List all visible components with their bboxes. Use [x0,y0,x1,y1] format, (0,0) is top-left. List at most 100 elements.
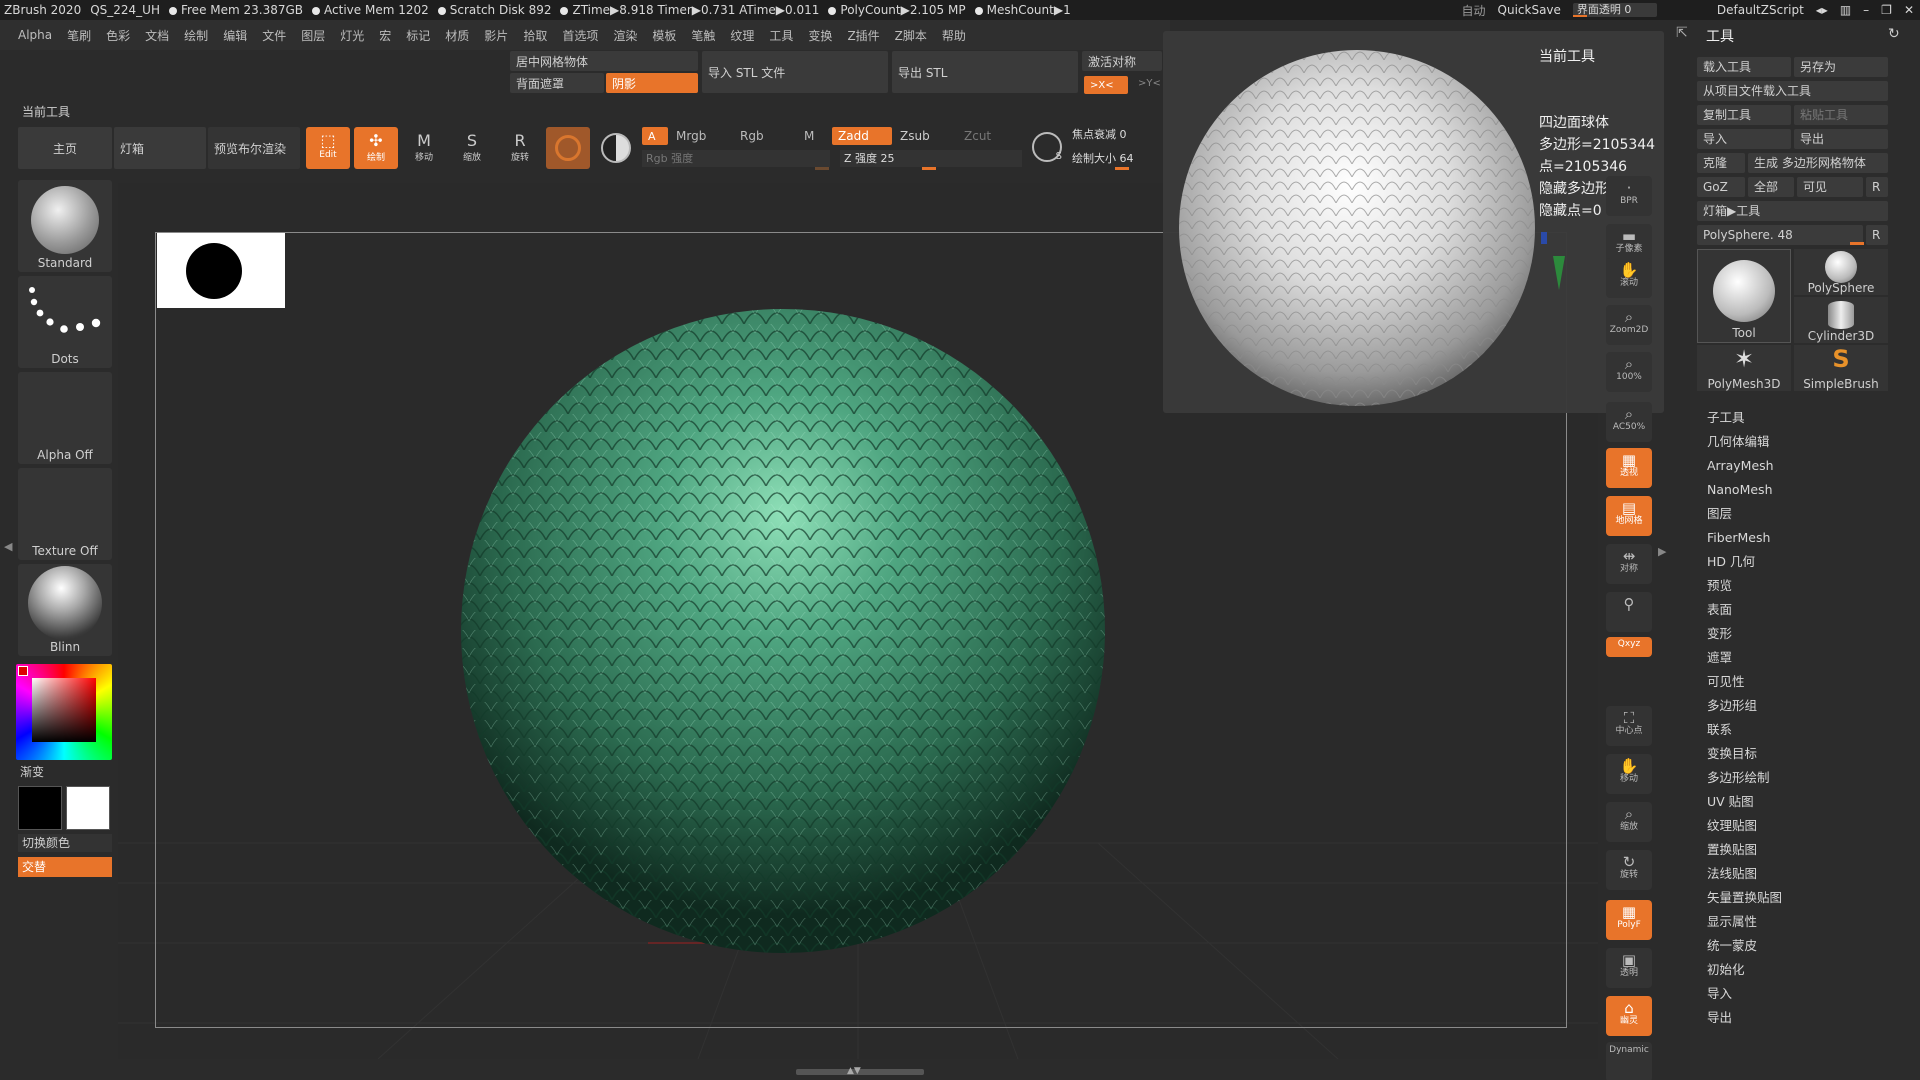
script-name[interactable]: DefaultZScript [1717,3,1804,17]
scaled-sphere-model[interactable] [458,306,1108,956]
tool-section-item[interactable]: 纹理贴图 [1707,814,1782,838]
tool-section-item[interactable]: ArrayMesh [1707,454,1782,478]
tool-section-item[interactable]: UV 贴图 [1707,790,1782,814]
refresh-icon[interactable]: ↻ [1888,26,1900,42]
lightbox-button[interactable]: 灯箱 [114,127,206,169]
z-intensity-slider[interactable]: Z 强度 25 [840,150,1022,167]
menu-item[interactable]: 文档 [145,27,169,44]
menu-item[interactable]: 编辑 [223,27,247,44]
dock-button[interactable]: ⚲ [1606,592,1652,632]
arrows-icon[interactable]: ◂▸ [1816,3,1828,17]
menu-item[interactable]: 灯光 [340,27,364,44]
dock-button[interactable]: ✋ 滚动 [1606,258,1652,298]
menu-item[interactable]: 宏 [379,27,391,44]
tool-section-item[interactable]: 多边形绘制 [1707,766,1782,790]
goz-all-button[interactable]: 全部 [1748,177,1794,197]
minimize-icon[interactable]: – [1863,3,1869,17]
dock-button[interactable]: ⛶ 中心点 [1606,706,1652,746]
pin-icon[interactable]: ⇱ [1676,25,1688,41]
menu-item[interactable]: Z插件 [847,27,879,44]
secondary-color-swatch[interactable] [66,786,110,830]
layout-icon[interactable]: ▥ [1840,3,1851,17]
dock-button[interactable]: Dynamic [1606,1042,1652,1080]
save-as-button[interactable]: 另存为 [1794,57,1888,77]
tool-section-item[interactable]: 预览 [1707,574,1782,598]
saturation-square[interactable] [32,678,96,742]
tool-thumbnail-polysphere[interactable]: PolySphere [1794,249,1888,295]
menu-item[interactable]: 帮助 [942,27,966,44]
rgb-intensity-handle[interactable] [815,167,829,170]
menu-item[interactable]: 渲染 [613,27,637,44]
switch-color-button[interactable]: 切换颜色 [18,834,112,852]
menu-item[interactable]: Z脚本 [895,27,927,44]
tool-section-item[interactable]: 导入 [1707,982,1782,1006]
dock-button[interactable]: ⌕ Zoom2D [1606,305,1652,345]
load-tool-button[interactable]: 载入工具 [1697,57,1791,77]
scale-button[interactable]: S 缩放 [450,127,494,169]
preview-bool-render-button[interactable]: 预览布尔渲染 [208,127,300,169]
focal-shift-slider[interactable]: 焦点衰减 0 [1072,126,1168,143]
copy-tool-button[interactable]: 复制工具 [1697,105,1791,125]
alpha-selector[interactable]: Alpha Off [18,372,112,464]
dock-button[interactable]: ⌂ 幽灵 [1606,996,1652,1036]
tool-section-item[interactable]: 置换贴图 [1707,838,1782,862]
rgb-intensity-slider[interactable]: Rgb 强度 [642,150,830,167]
export-button[interactable]: 导出 [1794,129,1888,149]
tool-section-item[interactable]: 几何体编辑 [1707,430,1782,454]
zsub-button[interactable]: Zsub [900,129,930,143]
paste-tool-button[interactable]: 粘贴工具 [1794,105,1888,125]
tool-section-item[interactable]: 法线贴图 [1707,862,1782,886]
tool-section-item[interactable]: 显示属性 [1707,910,1782,934]
tool-section-item[interactable]: NanoMesh [1707,478,1782,502]
color-sphere-button[interactable] [594,127,638,169]
menu-item[interactable]: 笔刷 [67,27,91,44]
draw-size-handle[interactable] [1115,167,1129,170]
tool-thumbnail-current[interactable]: Tool [1697,249,1791,343]
activate-symmetry-button[interactable]: 激活对称 [1082,51,1162,71]
quicksave-button[interactable]: QuickSave [1498,3,1561,17]
tool-section-item[interactable]: 导出 [1707,1006,1782,1030]
menu-item[interactable]: 首选项 [562,27,598,44]
dock-button[interactable]: ▣ 透明 [1606,948,1652,988]
tool-section-item[interactable]: 矢量置换贴图 [1707,886,1782,910]
tool-section-item[interactable]: 图层 [1707,502,1782,526]
clone-button[interactable]: 克隆 [1697,153,1745,173]
menu-item[interactable]: 变换 [808,27,832,44]
ui-transparency-slider[interactable]: 界面透明 0 [1572,3,1657,17]
goz-button[interactable]: GoZ [1697,177,1745,197]
goz-r-button[interactable]: R [1866,177,1888,197]
right-collapse-icon[interactable]: ▶ [1658,545,1666,558]
menu-item[interactable]: 工具 [769,27,793,44]
tool-thumbnail-cylinder[interactable]: Cylinder3D [1794,297,1888,343]
menu-item[interactable]: 文件 [262,27,286,44]
draw-button[interactable]: ✣ 绘制 [354,127,398,169]
menu-item[interactable]: 纹理 [730,27,754,44]
tool-thumbnail-simplebrush[interactable]: S SimpleBrush [1794,345,1888,391]
tool-section-item[interactable]: 变形 [1707,622,1782,646]
backface-mask-button[interactable]: 背面遮罩 [510,73,604,93]
menu-item[interactable]: Alpha [18,28,52,42]
menu-item[interactable]: 绘制 [184,27,208,44]
chevron-up-icon[interactable]: ▲▼ [847,1066,861,1076]
dock-button[interactable]: · BPR [1606,176,1652,216]
zcut-button[interactable]: Zcut [964,129,991,143]
dock-button[interactable]: ⇹ 对称 [1606,544,1652,584]
home-button[interactable]: 主页 [18,127,112,169]
draw-size-slider[interactable]: 绘制大小 64 [1072,150,1168,167]
tool-r-button[interactable]: R [1866,225,1888,245]
shadow-button[interactable]: 阴影 [606,73,698,93]
dock-button[interactable]: ⌕ 缩放 [1606,802,1652,842]
rgb-button[interactable]: Rgb [740,129,764,143]
symmetry-y-button[interactable]: >Y< [1138,78,1161,89]
center-mesh-button[interactable]: 居中网格物体 [510,51,698,71]
move-button[interactable]: M 移动 [402,127,446,169]
make-polymesh-button[interactable]: 生成 多边形网格物体 [1748,153,1888,173]
edit-button[interactable]: ⬚ Edit [306,127,350,169]
tool-section-item[interactable]: 遮罩 [1707,646,1782,670]
menu-item[interactable]: 笔触 [691,27,715,44]
menu-item[interactable]: 色彩 [106,27,130,44]
mrgb-button[interactable]: Mrgb [676,129,706,143]
alternate-button[interactable]: 交替 [18,857,112,877]
dock-button[interactable]: ⌕ AC50% [1606,402,1652,442]
menu-item[interactable]: 模板 [652,27,676,44]
